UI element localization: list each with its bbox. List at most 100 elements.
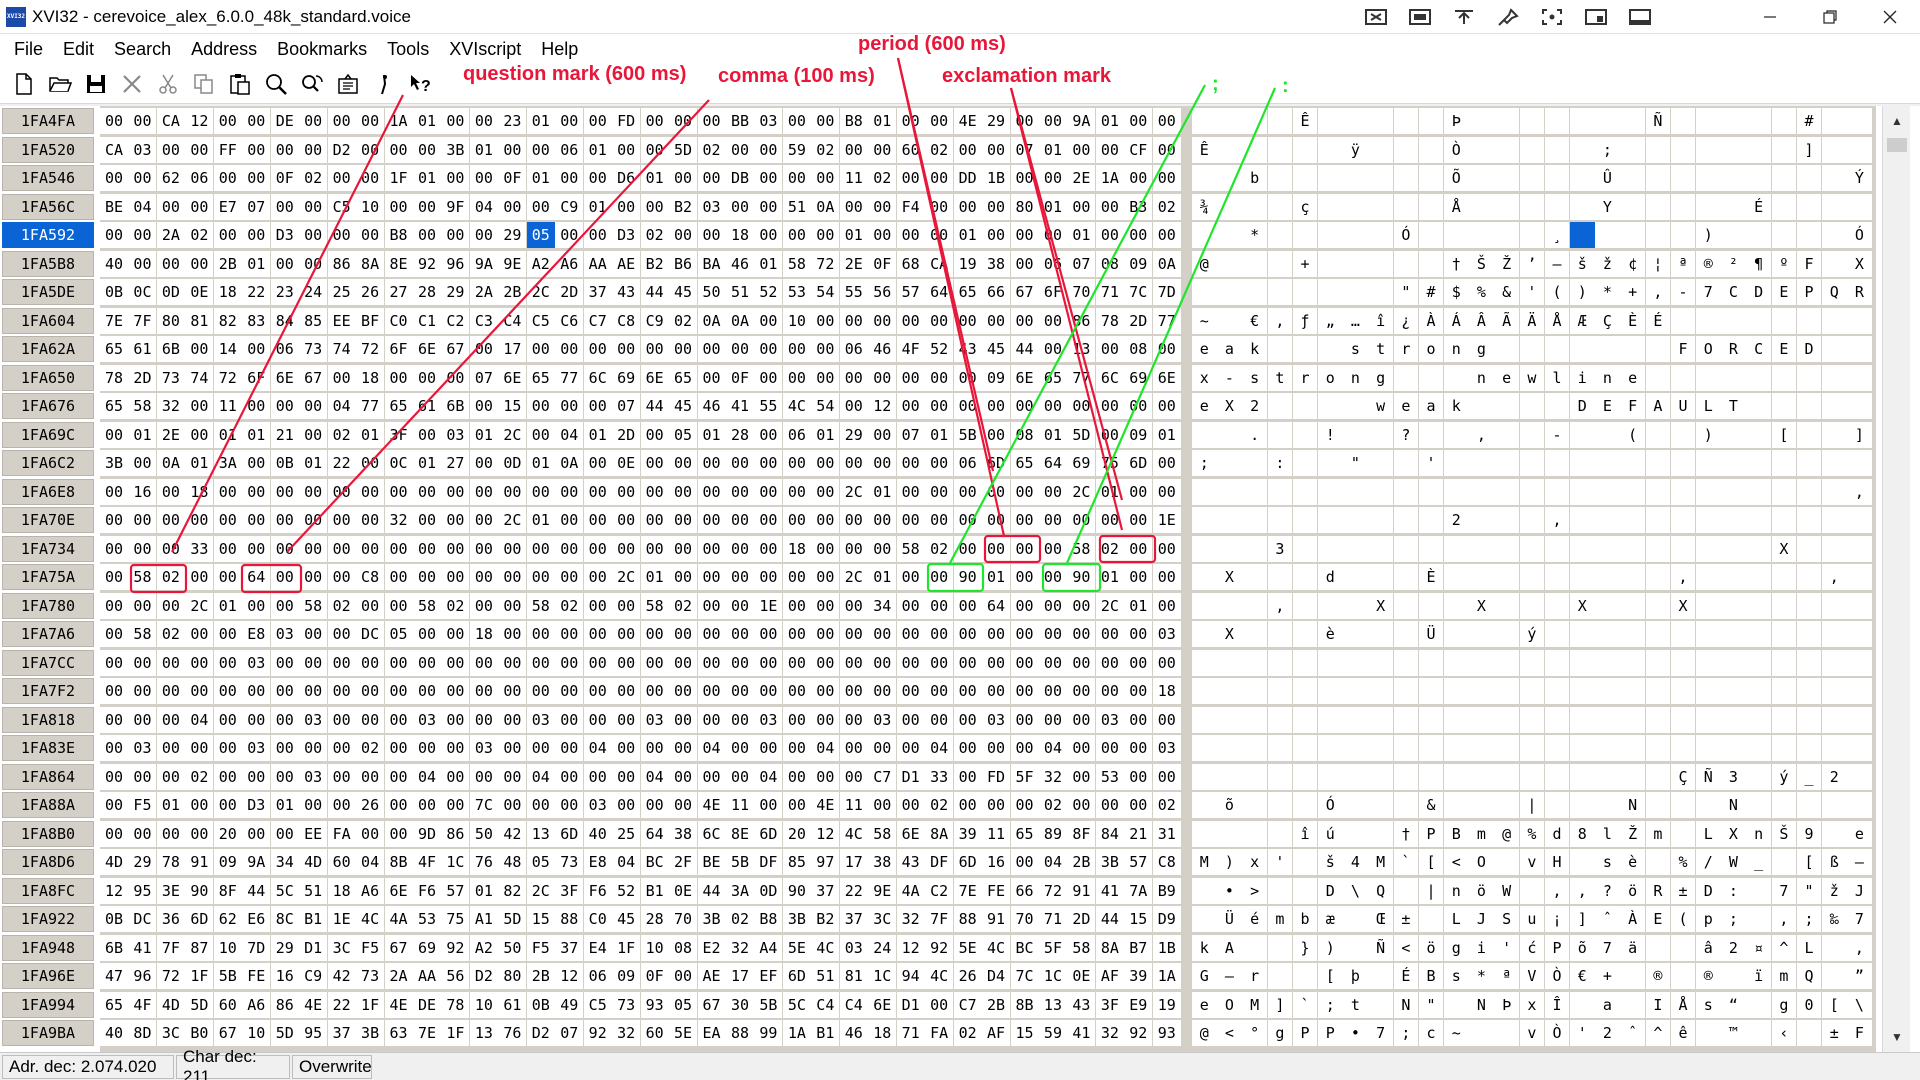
hex-byte[interactable]: 2D [555, 279, 584, 305]
hex-byte[interactable]: 00 [925, 991, 954, 1018]
ascii-char[interactable]: € [1570, 963, 1595, 989]
hex-byte[interactable]: 75 [1095, 450, 1124, 476]
hex-byte[interactable]: 00 [555, 222, 584, 248]
ascii-char[interactable] [1242, 735, 1267, 761]
ascii-char[interactable] [1746, 706, 1771, 733]
hex-byte[interactable]: 03 [412, 706, 441, 733]
ascii-char[interactable]: ' [1418, 450, 1444, 476]
hex-byte[interactable]: 04 [128, 193, 157, 220]
hex-byte[interactable]: 00 [982, 621, 1011, 647]
hex-byte[interactable]: 00 [1124, 165, 1153, 191]
hex-byte[interactable]: 58 [299, 592, 328, 619]
ascii-char[interactable]: ¢ [1620, 250, 1645, 277]
ascii-char[interactable] [1570, 108, 1595, 134]
hex-byte[interactable]: 00 [384, 792, 413, 818]
hex-byte[interactable]: 00 [640, 678, 669, 704]
ascii-char[interactable] [1292, 706, 1318, 733]
ascii-char[interactable] [1645, 364, 1671, 391]
hex-byte[interactable]: 00 [128, 165, 157, 191]
hex-byte[interactable]: 80 [498, 963, 527, 989]
hex-byte[interactable]: 72 [213, 364, 242, 391]
ascii-char[interactable] [1544, 706, 1570, 733]
hex-byte[interactable]: 00 [156, 535, 185, 562]
ascii-char[interactable] [1393, 592, 1419, 619]
hex-byte[interactable]: 58 [640, 592, 669, 619]
ascii-char[interactable]: < [1393, 934, 1419, 961]
ascii-char[interactable]: ? [1393, 421, 1419, 448]
hex-byte[interactable]: 46 [868, 336, 897, 362]
hex-byte[interactable]: 00 [412, 421, 441, 448]
ascii-char[interactable] [1670, 649, 1696, 676]
hex-byte[interactable]: 2B [498, 279, 527, 305]
hex-byte[interactable]: 00 [412, 478, 441, 505]
ascii-char[interactable] [1267, 792, 1293, 818]
ascii-char[interactable]: ¡ [1544, 906, 1570, 932]
hex-byte[interactable]: 58 [128, 393, 157, 419]
hex-byte[interactable]: 00 [356, 478, 385, 505]
hex-byte[interactable]: 00 [1152, 478, 1181, 505]
ascii-char[interactable] [1645, 706, 1671, 733]
hex-byte[interactable]: 00 [270, 136, 299, 163]
hex-byte[interactable]: 00 [498, 649, 527, 676]
hex-byte[interactable]: 78 [441, 991, 470, 1018]
ascii-char[interactable]: Ý [1847, 165, 1872, 191]
ascii-char[interactable]: Ó [1847, 222, 1872, 248]
ascii-char[interactable]: d [1318, 564, 1343, 590]
ascii-char[interactable]: ¾ [1192, 193, 1217, 220]
ascii-char[interactable]: ß [1822, 849, 1847, 875]
hex-byte[interactable]: 15 [526, 906, 555, 932]
hex-byte[interactable]: 00 [270, 478, 299, 505]
ascii-char[interactable] [1595, 649, 1620, 676]
ascii-char[interactable] [1494, 535, 1519, 562]
hex-byte[interactable]: 00 [156, 250, 185, 277]
hex-byte[interactable]: 04 [356, 849, 385, 875]
ascii-char[interactable]: P [1318, 1020, 1343, 1046]
hex-byte[interactable]: 02 [669, 592, 698, 619]
hex-byte[interactable]: 00 [498, 564, 527, 590]
hex-byte[interactable]: 00 [498, 763, 527, 790]
ascii-char[interactable]: Þ [1494, 991, 1519, 1018]
ascii-char[interactable]: g [1469, 336, 1494, 362]
hex-byte[interactable]: 15 [1010, 1020, 1039, 1046]
hex-byte[interactable]: 21 [270, 421, 299, 448]
hex-byte[interactable]: 13 [526, 820, 555, 847]
hex-byte[interactable]: 0D [156, 279, 185, 305]
hex-byte[interactable]: 09 [982, 364, 1011, 391]
hex-byte[interactable]: 00 [953, 706, 982, 733]
hex-byte[interactable]: 57 [896, 279, 925, 305]
ascii-char[interactable] [1267, 649, 1293, 676]
ascii-char[interactable] [1368, 763, 1393, 790]
hex-byte[interactable]: 50 [498, 934, 527, 961]
hex-byte[interactable]: 00 [811, 450, 840, 476]
ascii-char[interactable] [1746, 763, 1771, 790]
ascii-char[interactable] [1418, 906, 1444, 932]
hex-byte[interactable]: 00 [782, 649, 811, 676]
ascii-char[interactable] [1242, 592, 1267, 619]
ascii-char[interactable] [1242, 478, 1267, 505]
ascii-char[interactable] [1393, 165, 1419, 191]
hex-byte[interactable]: 04 [555, 421, 584, 448]
hex-byte[interactable]: 84 [270, 307, 299, 334]
ascii-char[interactable]: w [1368, 393, 1393, 419]
hex-byte[interactable]: 18 [356, 364, 385, 391]
hex-byte[interactable]: 73 [555, 849, 584, 875]
hex-byte[interactable]: 0A [1152, 250, 1181, 277]
ascii-char[interactable] [1771, 222, 1797, 248]
hex-byte[interactable]: 5D [185, 991, 214, 1018]
ascii-char[interactable]: g [1368, 364, 1393, 391]
ascii-char[interactable] [1645, 934, 1671, 961]
ascii-char[interactable] [1494, 450, 1519, 476]
ascii-char[interactable]: ± [1670, 877, 1696, 904]
ascii-char[interactable]: ; [1796, 906, 1822, 932]
hex-byte[interactable]: 00 [612, 678, 641, 704]
ascii-char[interactable]: E [1595, 393, 1620, 419]
ascii-char[interactable] [1822, 193, 1847, 220]
ascii-char[interactable] [1796, 535, 1822, 562]
ascii-char[interactable]: ê [1670, 1020, 1696, 1046]
hex-byte[interactable]: 00 [270, 193, 299, 220]
hex-byte[interactable]: 96 [128, 963, 157, 989]
ascii-char[interactable]: ) [1570, 279, 1595, 305]
ascii-char[interactable] [1469, 108, 1494, 134]
ascii-char[interactable]: \ [1847, 991, 1872, 1018]
ascii-char[interactable] [1192, 763, 1217, 790]
